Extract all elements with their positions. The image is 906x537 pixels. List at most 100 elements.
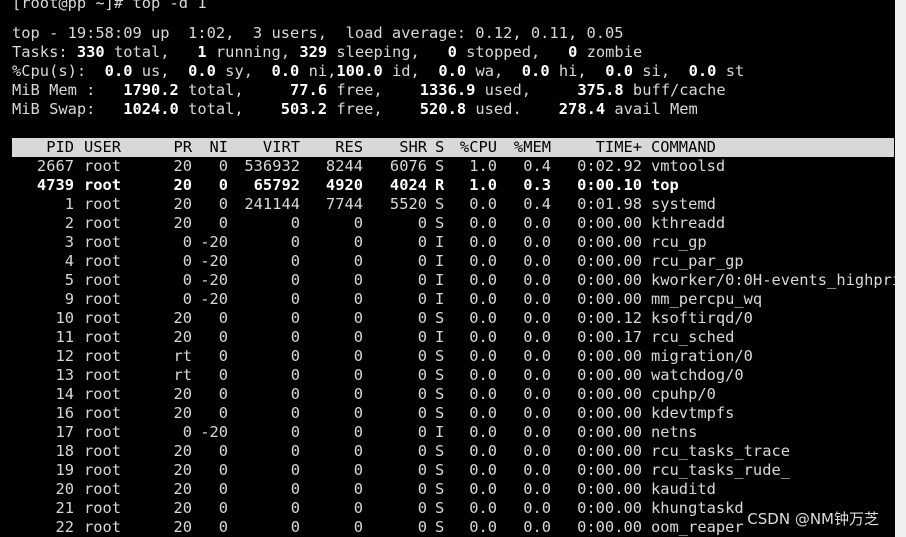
cell-time: 0:00.12	[577, 309, 642, 327]
cell-res: 0	[353, 366, 363, 384]
cell-mem: 0.0	[523, 442, 551, 460]
cell-user: root	[84, 499, 122, 517]
cpu-segment: %Cpu(s):	[12, 62, 105, 80]
cell-ni: -20	[200, 271, 228, 289]
cell-time: 0:00.00	[577, 499, 642, 517]
cell-shr: 0	[417, 271, 427, 289]
cell-cmd: khungtaskd	[651, 499, 744, 517]
swap-line: MiB Swap: 1024.0 total, 503.2 free, 520.…	[12, 100, 698, 119]
tasks-segment: 1	[197, 43, 207, 61]
cell-res: 0	[353, 328, 363, 346]
cell-s: S	[435, 366, 445, 384]
cell-user: root	[84, 176, 122, 194]
cell-pr: 0	[182, 233, 192, 251]
cell-res: 0	[353, 309, 363, 327]
cell-shr: 0	[417, 423, 427, 441]
cell-virt: 0	[290, 499, 300, 517]
cell-user: root	[84, 271, 122, 289]
cell-user: root	[84, 157, 122, 175]
tasks-segment: 0	[447, 43, 457, 61]
process-row: 20 root 20 0 0 0 0 S 0.0 0.0 0:00.00 kauditd	[12, 480, 894, 499]
cell-pr: 20	[173, 176, 192, 194]
cell-ni: -20	[200, 252, 228, 270]
cell-user: root	[84, 461, 122, 479]
cell-time: 0:00.00	[577, 461, 642, 479]
cell-cpu: 0.0	[469, 290, 497, 308]
cell-cpu: 0.0	[469, 309, 497, 327]
cell-time: 0:01.98	[577, 195, 642, 213]
cell-mem: 0.0	[523, 518, 551, 536]
cell-cpu: 0.0	[469, 423, 497, 441]
cell-shr: 5520	[389, 195, 427, 213]
cell-cpu: 0.0	[469, 233, 497, 251]
cell-time: 0:00.00	[577, 347, 642, 365]
cell-cpu: 1.0	[469, 176, 497, 194]
tasks-segment: running,	[206, 43, 300, 61]
cell-mem: 0.0	[523, 366, 551, 384]
cell-virt: 0	[290, 309, 300, 327]
cell-cmd: watchdog/0	[651, 366, 744, 384]
cell-ni: 0	[218, 404, 228, 422]
cell-cpu: 0.0	[469, 461, 497, 479]
cell-virt: 65792	[253, 176, 300, 194]
cell-pid: 13	[55, 366, 74, 384]
swap-segment: free,	[327, 100, 420, 118]
cell-user: root	[84, 195, 122, 213]
cell-ni: 0	[218, 195, 228, 213]
cell-mem: 0.0	[523, 347, 551, 365]
cell-pid: 18	[55, 442, 74, 460]
cell-cmd: oom_reaper	[651, 518, 744, 536]
cell-ni: 0	[218, 442, 228, 460]
cell-res: 0	[353, 214, 363, 232]
cell-user: root	[84, 309, 122, 327]
cell-s: S	[435, 195, 445, 213]
cell-pid: 4739	[36, 176, 74, 194]
cell-pid: 5	[64, 271, 74, 289]
process-row: 4739 root 20 0 65792 4920 4024 R 1.0 0.3 0:00.10 to…	[12, 176, 894, 195]
cell-cmd: rcu_par_gp	[651, 252, 744, 270]
terminal-window[interactable]: [root@pp ~]# top -d 1 top - 19:58:09 up …	[0, 0, 895, 537]
process-row: 16 root 20 0 0 0 0 S 0.0 0.0 0:00.00 kdevtmpfs	[12, 404, 894, 423]
cell-s: S	[435, 404, 445, 422]
mem-segment: total,	[178, 81, 291, 99]
cell-time: 0:00.00	[577, 480, 642, 498]
cell-pid: 19	[55, 461, 74, 479]
cell-pid: 12	[55, 347, 74, 365]
cell-res: 0	[353, 480, 363, 498]
column-header-time: TIME+	[595, 138, 642, 156]
cell-s: S	[435, 157, 445, 175]
cell-ni: 0	[218, 366, 228, 384]
process-row: 13 root rt 0 0 0 0 S 0.0 0.0 0:00.00 watchdog/0	[12, 366, 894, 385]
cell-pr: 0	[182, 271, 192, 289]
cell-s: S	[435, 461, 445, 479]
cpu-segment: wa,	[466, 62, 522, 80]
cell-ni: -20	[200, 423, 228, 441]
mem-segment: used,	[475, 81, 578, 99]
cell-mem: 0.0	[523, 404, 551, 422]
swap-segment: MiB Swap:	[12, 100, 124, 118]
cell-shr: 0	[417, 233, 427, 251]
cpu-line: %Cpu(s): 0.0 us, 0.0 sy, 0.0 ni,100.0 id…	[12, 62, 744, 81]
column-header-pr: PR	[173, 138, 192, 156]
cell-s: S	[435, 214, 445, 232]
cell-virt: 0	[290, 404, 300, 422]
column-header-virt: VIRT	[262, 138, 300, 156]
tasks-line: Tasks: 330 total, 1 running, 329 sleepin…	[12, 43, 642, 62]
cell-user: root	[84, 442, 122, 460]
cell-mem: 0.0	[523, 461, 551, 479]
scrollbar[interactable]	[895, 0, 906, 537]
cell-virt: 0	[290, 347, 300, 365]
cell-pr: rt	[173, 347, 192, 365]
swap-segment: avail Mem	[605, 100, 698, 118]
cell-s: I	[435, 252, 445, 270]
cell-pr: 20	[173, 157, 192, 175]
cell-pr: 20	[173, 214, 192, 232]
cell-user: root	[84, 366, 122, 384]
cpu-segment: 0.0	[188, 62, 216, 80]
cell-cpu: 1.0	[469, 157, 497, 175]
cell-mem: 0.4	[523, 195, 551, 213]
cell-ni: 0	[218, 328, 228, 346]
cell-mem: 0.3	[523, 176, 551, 194]
swap-segment: used.	[466, 100, 559, 118]
cell-pid: 16	[55, 404, 74, 422]
